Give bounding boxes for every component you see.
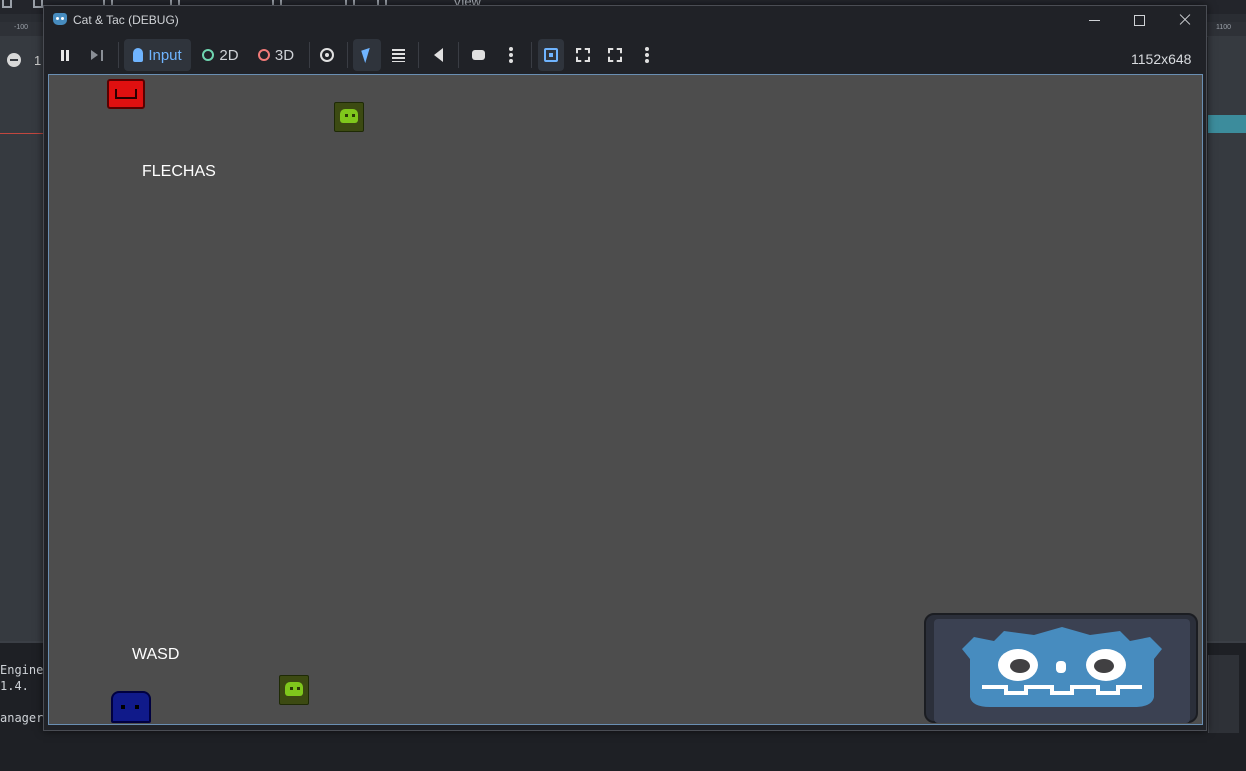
input-icon: [133, 48, 144, 62]
editor-guide-line: [0, 133, 44, 134]
close-button[interactable]: [1161, 6, 1207, 34]
maximize-button[interactable]: [1116, 6, 1162, 34]
game-window: Cat & Tac (DEBUG) Input 2D 3D 1152x648 F…: [43, 5, 1207, 731]
ruler-label-right: 1100: [1216, 24, 1232, 31]
toolbar-separator: [118, 42, 119, 68]
more-vertical-icon: [509, 53, 513, 57]
resolution-label: 1152x648: [1131, 51, 1192, 67]
next-frame-button[interactable]: [85, 39, 109, 71]
minimize-button[interactable]: [1071, 6, 1117, 34]
embed-lock-icon: [544, 48, 558, 62]
input-mode-button[interactable]: Input: [124, 39, 191, 71]
list-select-button[interactable]: [386, 39, 410, 71]
pause-icon: [60, 49, 70, 61]
pause-button[interactable]: [53, 39, 77, 71]
godot-logo-icon: [962, 627, 1162, 707]
mode-3d-button[interactable]: 3D: [253, 39, 299, 71]
console-line: Engine: [0, 663, 44, 677]
more-options-button[interactable]: [635, 39, 659, 71]
red-cat-sprite: [107, 79, 145, 109]
camera-icon: [471, 50, 485, 60]
green-godot-tile: [334, 102, 364, 132]
input-mode-label: Input: [148, 46, 182, 64]
game-viewport[interactable]: FLECHAS WASD: [48, 74, 1203, 725]
cursor-icon: [360, 47, 374, 63]
toolbar-separator: [458, 42, 459, 68]
fit-button[interactable]: [571, 39, 595, 71]
console-line: 1.4.: [0, 679, 29, 693]
editor-tool-icon[interactable]: [33, 0, 43, 8]
fullscreen-button[interactable]: [603, 39, 627, 71]
blue-cat-sprite: [111, 691, 151, 723]
speaker-icon: [433, 48, 443, 62]
mode-3d-label: 3D: [274, 46, 295, 64]
expand-icon: [576, 48, 590, 62]
toolbar-separator: [309, 42, 310, 68]
editor-selection-bar: [1208, 115, 1246, 133]
more-vertical-icon: [645, 53, 649, 57]
toolbar-separator: [347, 42, 348, 68]
select-tool-button[interactable]: [353, 39, 381, 71]
game-toolbar: Input 2D 3D 1152x648: [44, 34, 1206, 76]
camera-button[interactable]: [466, 39, 490, 71]
label-wasd: WASD: [132, 646, 180, 663]
godot-logo-panel: [924, 613, 1198, 723]
fullscreen-icon: [608, 48, 622, 62]
editor-scroll-area[interactable]: [1208, 655, 1239, 733]
next-frame-icon: [91, 49, 103, 61]
embed-lock-button[interactable]: [538, 39, 564, 71]
godot-app-icon: [53, 13, 67, 25]
ruler-label-left: -100: [14, 24, 29, 31]
eye-icon: [320, 48, 334, 62]
console-line: anager: [0, 711, 44, 725]
mute-button[interactable]: [426, 39, 450, 71]
zoom-value: 1: [34, 53, 42, 68]
list-select-icon: [391, 48, 405, 62]
camera-options-button[interactable]: [499, 39, 523, 71]
green-godot-tile: [279, 675, 309, 705]
window-title: Cat & Tac (DEBUG): [73, 13, 179, 27]
editor-tool-icon[interactable]: [2, 0, 12, 8]
window-titlebar[interactable]: Cat & Tac (DEBUG): [44, 6, 1206, 34]
editor-left-panel: [0, 36, 44, 641]
label-flechas: FLECHAS: [142, 163, 216, 180]
toolbar-separator: [531, 42, 532, 68]
node-2d-icon: [202, 49, 215, 61]
zoom-out-icon[interactable]: [7, 53, 21, 67]
toolbar-separator: [418, 42, 419, 68]
mode-2d-label: 2D: [219, 46, 239, 64]
mode-2d-button[interactable]: 2D: [198, 39, 243, 71]
visibility-button[interactable]: [315, 39, 339, 71]
node-3d-icon: [257, 49, 270, 61]
